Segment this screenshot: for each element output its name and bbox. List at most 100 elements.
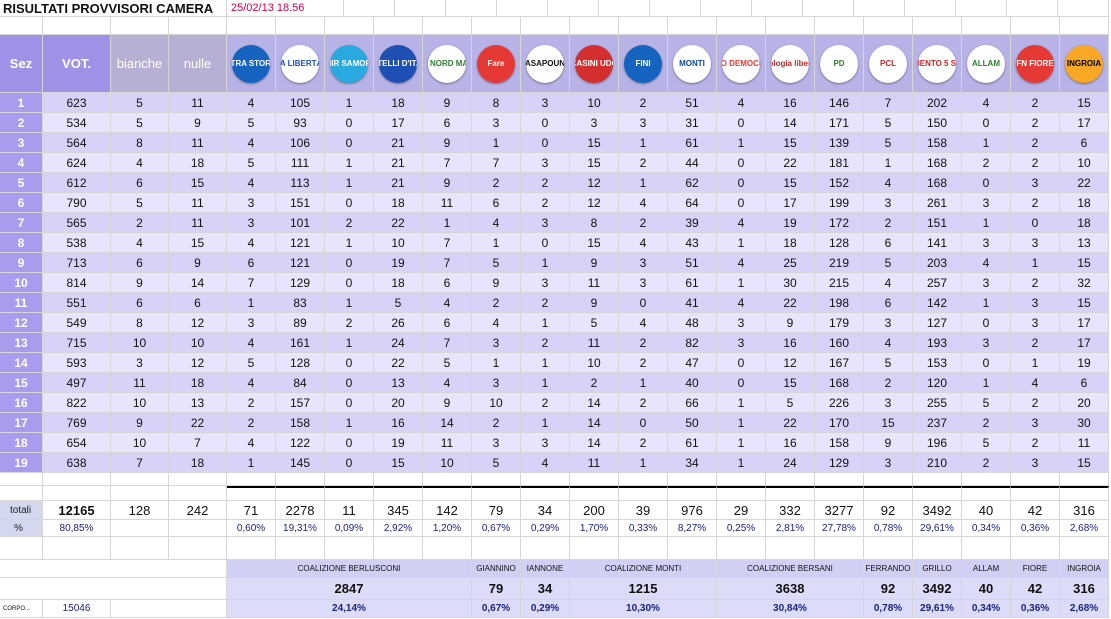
vote-cell[interactable]: 2 [619, 93, 668, 113]
empty-cell[interactable] [1011, 17, 1060, 35]
coalition-total[interactable]: 79 [472, 578, 521, 600]
vote-cell[interactable]: 30 [766, 273, 815, 293]
vote-cell[interactable]: 44 [668, 153, 717, 173]
vote-cell[interactable]: 61 [668, 273, 717, 293]
vote-cell[interactable]: 4 [717, 93, 766, 113]
vote-cell[interactable]: 0 [717, 353, 766, 373]
empty-cell[interactable] [111, 600, 227, 618]
vote-cell[interactable]: 0 [521, 133, 570, 153]
vote-cell[interactable]: 170 [815, 413, 864, 433]
bianche-cell[interactable]: 8 [111, 133, 169, 153]
party-percent[interactable]: 2,81% [766, 520, 815, 537]
party-logo-cell-pdl[interactable]: POPOLO DELLA LIBERTÀ BERLUSCONI [276, 35, 325, 93]
vote-cell[interactable]: 121 [276, 233, 325, 253]
nulle-cell[interactable]: 10 [169, 333, 227, 353]
coalition-percent[interactable]: 0,78% [864, 600, 913, 618]
vote-cell[interactable]: 171 [815, 113, 864, 133]
party-percent[interactable]: 0,60% [227, 520, 276, 537]
party-total[interactable]: 142 [423, 501, 472, 520]
party-total[interactable]: 3277 [815, 501, 864, 520]
party-logo-cell-centro[interactable]: CENTRO DEMOCRATICO [717, 35, 766, 93]
vote-cell[interactable]: 21 [374, 173, 423, 193]
party-logo-cell-pcl[interactable]: PCL [864, 35, 913, 93]
vote-cell[interactable]: 139 [815, 133, 864, 153]
vote-cell[interactable]: 3 [962, 233, 1011, 253]
vote-cell[interactable]: 14 [570, 413, 619, 433]
party-total[interactable]: 316 [1060, 501, 1109, 520]
vote-cell[interactable]: 14 [766, 113, 815, 133]
coalition-percent[interactable]: 0,36% [1011, 600, 1060, 618]
vote-cell[interactable]: 15 [570, 153, 619, 173]
vote-cell[interactable]: 12 [570, 193, 619, 213]
party-logo-cell-casapound[interactable]: CASAPOUND [521, 35, 570, 93]
empty-cell[interactable] [962, 537, 1011, 560]
vote-cell[interactable]: 61 [668, 433, 717, 453]
vote-cell[interactable]: 146 [815, 93, 864, 113]
vote-cell[interactable]: 4 [717, 213, 766, 233]
vote-cell[interactable]: 2 [521, 333, 570, 353]
sez-number[interactable]: 12 [0, 313, 43, 333]
empty-cell[interactable] [701, 0, 752, 17]
coalition-name[interactable]: COALIZIONE MONTI [570, 560, 717, 578]
empty-cell[interactable] [766, 17, 815, 35]
empty-cell[interactable] [227, 17, 276, 35]
party-total[interactable]: 200 [570, 501, 619, 520]
vote-cell[interactable]: 0 [325, 453, 374, 473]
nulle-cell[interactable]: 13 [169, 393, 227, 413]
empty-cell[interactable] [619, 486, 668, 501]
vote-cell[interactable]: 3 [570, 113, 619, 133]
vote-cell[interactable]: 22 [374, 213, 423, 233]
bianche-cell[interactable]: 2 [111, 213, 169, 233]
vote-cell[interactable]: 3 [864, 453, 913, 473]
vote-cell[interactable]: 203 [913, 253, 962, 273]
vote-cell[interactable]: 18 [1060, 193, 1109, 213]
vote-cell[interactable]: 4 [619, 233, 668, 253]
empty-cell[interactable] [570, 486, 619, 501]
bianche-cell[interactable]: 9 [111, 413, 169, 433]
empty-cell[interactable] [619, 537, 668, 560]
vote-cell[interactable]: 0 [962, 313, 1011, 333]
empty-cell[interactable] [521, 17, 570, 35]
empty-cell[interactable] [0, 578, 227, 600]
empty-cell[interactable] [913, 473, 962, 486]
votanti-cell[interactable]: 814 [43, 273, 111, 293]
vote-cell[interactable]: 7 [472, 153, 521, 173]
vote-cell[interactable]: 9 [570, 293, 619, 313]
vote-cell[interactable]: 17 [374, 113, 423, 133]
sez-number[interactable]: 7 [0, 213, 43, 233]
empty-cell[interactable] [43, 537, 111, 560]
vote-cell[interactable]: 151 [276, 193, 325, 213]
vote-cell[interactable]: 1 [325, 153, 374, 173]
empty-cell[interactable] [815, 17, 864, 35]
vote-cell[interactable]: 0 [962, 173, 1011, 193]
coalition-total[interactable]: 2847 [227, 578, 472, 600]
vote-cell[interactable]: 0 [619, 413, 668, 433]
sez-number[interactable]: 15 [0, 373, 43, 393]
party-logo-cell-m5s[interactable]: MOVIMENTO 5 STELLE [913, 35, 962, 93]
coalition-name[interactable]: COALIZIONE BERLUSCONI [227, 560, 472, 578]
vote-cell[interactable]: 3 [619, 113, 668, 133]
vote-cell[interactable]: 120 [913, 373, 962, 393]
sez-number[interactable]: 4 [0, 153, 43, 173]
sheet-title[interactable]: RISULTATI PROVVISORI CAMERA [0, 0, 227, 17]
empty-cell[interactable] [668, 473, 717, 486]
vote-cell[interactable]: 17 [766, 193, 815, 213]
vote-cell[interactable]: 2 [962, 153, 1011, 173]
party-logo-cell-fli[interactable]: FINI [619, 35, 668, 93]
vote-cell[interactable]: 4 [962, 253, 1011, 273]
empty-cell[interactable] [854, 0, 905, 17]
empty-cell[interactable] [43, 473, 111, 486]
vote-cell[interactable]: 121 [276, 253, 325, 273]
empty-cell[interactable] [169, 520, 227, 537]
sez-number[interactable]: 2 [0, 113, 43, 133]
party-total[interactable]: 2278 [276, 501, 325, 520]
empty-cell[interactable] [227, 537, 276, 560]
empty-cell[interactable] [374, 486, 423, 501]
vote-cell[interactable]: 14 [423, 413, 472, 433]
vote-cell[interactable]: 93 [276, 113, 325, 133]
empty-cell[interactable] [766, 473, 815, 486]
vote-cell[interactable]: 15 [1060, 293, 1109, 313]
vote-cell[interactable]: 1 [717, 273, 766, 293]
footer-label[interactable]: CORPO... [0, 600, 43, 618]
vote-cell[interactable]: 30 [1060, 413, 1109, 433]
